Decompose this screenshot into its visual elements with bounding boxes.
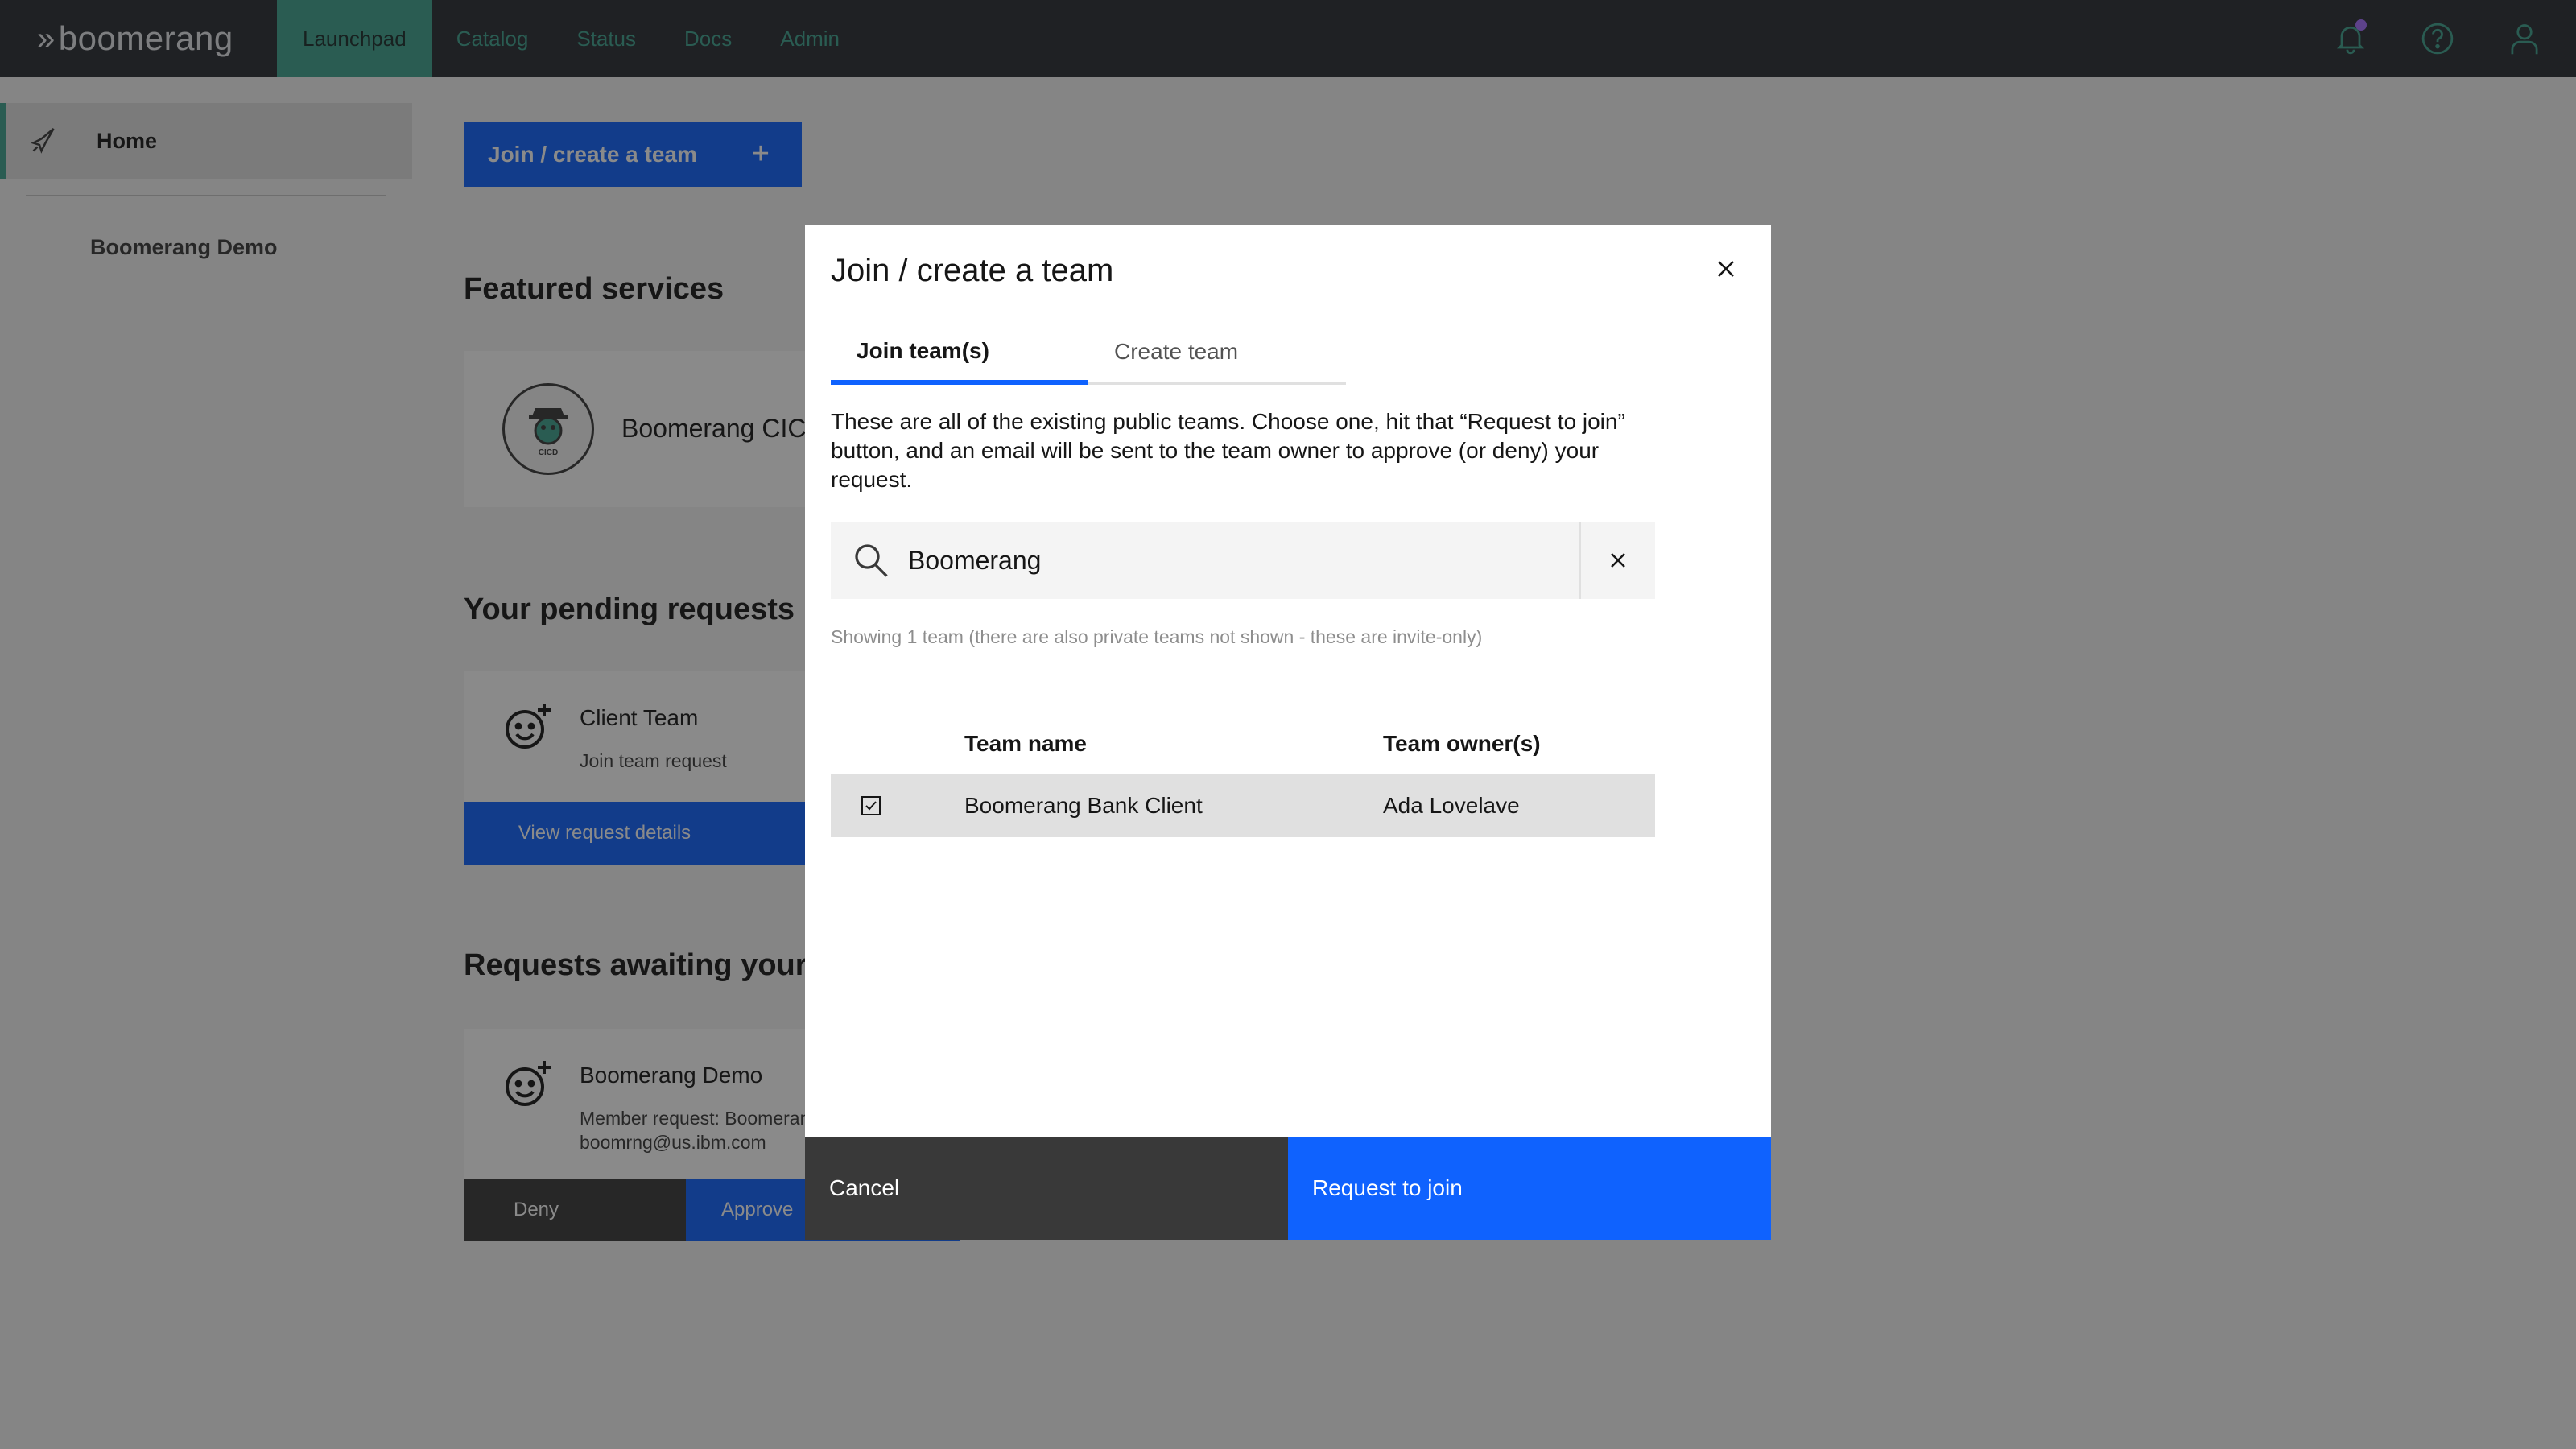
- team-search: [831, 522, 1655, 599]
- table-row[interactable]: Boomerang Bank Client Ada Lovelave: [831, 774, 1655, 837]
- close-icon[interactable]: [1707, 250, 1745, 288]
- modal-title: Join / create a team: [831, 253, 1114, 288]
- modal-footer: Cancel Request to join: [805, 1137, 1771, 1240]
- join-create-team-modal: Join / create a team Join team(s) Create…: [805, 225, 1771, 1240]
- row-team-owner: Ada Lovelave: [1383, 793, 1520, 818]
- row-checkbox[interactable]: [831, 795, 964, 817]
- header-team-owners: Team owner(s): [1383, 731, 1541, 756]
- tab-join-teams[interactable]: Join team(s): [831, 322, 1088, 385]
- modal-description: These are all of the existing public tea…: [831, 409, 1625, 492]
- tab-create-team[interactable]: Create team: [1088, 322, 1346, 385]
- search-input[interactable]: [908, 545, 1528, 576]
- clear-search-button[interactable]: [1579, 522, 1655, 599]
- teams-table: Team name Team owner(s) Boomerang Bank C…: [831, 713, 1655, 837]
- cancel-button[interactable]: Cancel: [805, 1137, 1288, 1240]
- row-team-name: Boomerang Bank Client: [964, 793, 1203, 818]
- close-icon: [1611, 553, 1625, 568]
- checkbox-checked-icon: [861, 796, 881, 815]
- modal-tabs: Join team(s) Create team: [831, 322, 1346, 385]
- header-team-name: Team name: [964, 731, 1087, 756]
- helper-text: Showing 1 team (there are also private t…: [831, 626, 1483, 647]
- table-header: Team name Team owner(s): [831, 713, 1655, 774]
- search-icon: [855, 544, 888, 577]
- request-to-join-button[interactable]: Request to join: [1288, 1137, 1771, 1240]
